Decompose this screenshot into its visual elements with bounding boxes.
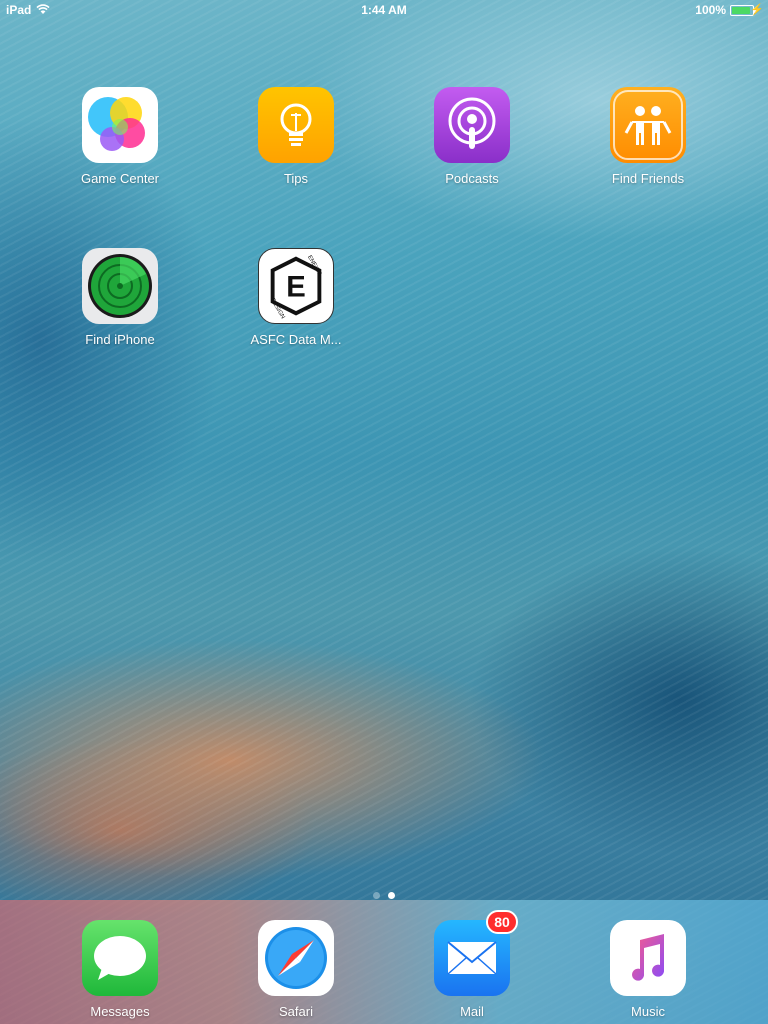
- charging-bolt-icon: ⚡: [750, 4, 764, 16]
- find-iphone-icon: [82, 248, 158, 324]
- app-label: Messages: [90, 1004, 150, 1019]
- app-label: Music: [631, 1004, 665, 1019]
- safari-icon: [258, 920, 334, 996]
- dock-app-messages[interactable]: Messages: [60, 920, 180, 1019]
- tips-icon: [258, 87, 334, 163]
- asfc-data-icon: E ENEXTA DESIGN: [258, 248, 334, 324]
- app-label: Find iPhone: [85, 332, 155, 347]
- app-find-iphone[interactable]: Find iPhone: [60, 248, 180, 347]
- dock-app-safari[interactable]: Safari: [236, 920, 356, 1019]
- asfc-logo-letter: E: [286, 272, 305, 304]
- app-label: Podcasts: [445, 171, 499, 186]
- app-label: Game Center: [80, 171, 160, 186]
- app-find-friends[interactable]: Find Friends: [588, 87, 708, 186]
- messages-icon: [82, 920, 158, 996]
- dock: Messages Safari 80 Mail Music: [0, 900, 768, 1024]
- clock: 1:44 AM: [361, 3, 407, 17]
- app-label: Mail: [460, 1004, 484, 1019]
- game-center-icon: [82, 87, 158, 163]
- battery-percent: 100%: [695, 3, 726, 17]
- app-game-center[interactable]: Game Center: [60, 87, 180, 186]
- app-label: ASFC Data M...: [250, 332, 342, 347]
- status-bar: iPad 1:44 AM 100% ⚡: [0, 0, 768, 20]
- dock-app-music[interactable]: Music: [588, 920, 708, 1019]
- page-dot-active[interactable]: [388, 892, 395, 899]
- app-label: Tips: [283, 171, 309, 186]
- app-podcasts[interactable]: Podcasts: [412, 87, 532, 186]
- find-friends-icon: [610, 87, 686, 163]
- mail-icon: 80: [434, 910, 518, 996]
- podcasts-icon: [434, 87, 510, 163]
- app-tips[interactable]: Tips: [236, 87, 356, 186]
- mail-badge: 80: [486, 910, 518, 934]
- page-dot[interactable]: [373, 892, 380, 899]
- app-label: Find Friends: [611, 171, 685, 186]
- dock-app-mail[interactable]: 80 Mail: [412, 910, 532, 1019]
- app-label: Safari: [279, 1004, 313, 1019]
- music-icon: [610, 920, 686, 996]
- app-asfc-data[interactable]: E ENEXTA DESIGN ASFC Data M...: [236, 248, 356, 347]
